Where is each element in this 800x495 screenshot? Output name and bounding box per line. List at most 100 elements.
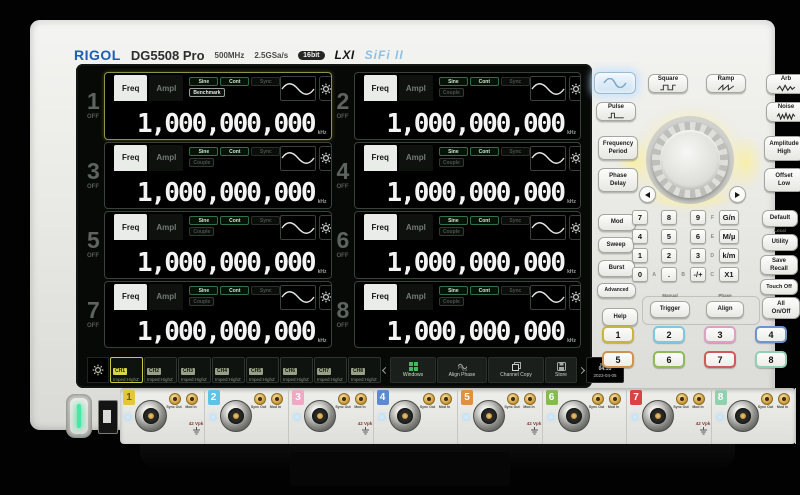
frequency-value[interactable]: 1,000,000,000 [137, 178, 315, 208]
windows-button[interactable]: Windows [390, 357, 436, 383]
waveform-preview[interactable] [280, 76, 316, 101]
waveform-preview[interactable] [530, 146, 566, 171]
mode-badge[interactable]: Cont [220, 216, 249, 225]
channel-panel[interactable]: 6 OFF Freq Ampl Sine Cont Sync Couple [337, 211, 582, 279]
sync-badge[interactable]: Sync [501, 147, 530, 156]
extra-badge[interactable]: Couple [439, 297, 464, 306]
sync-out-connector[interactable] [761, 393, 773, 405]
waveform-badge[interactable]: Sine [439, 77, 468, 86]
freq-tab[interactable]: Freq [364, 145, 397, 171]
waveform-preview[interactable] [280, 146, 316, 171]
mode-badge[interactable]: Cont [220, 77, 249, 86]
ampl-tab[interactable]: Ampl [399, 75, 433, 101]
waveform-preview[interactable] [530, 76, 566, 101]
channel-panel[interactable]: 4 OFF Freq Ampl Sine Cont Sync Couple [337, 142, 582, 210]
advanced-button[interactable]: Advanced [597, 283, 636, 298]
channel-panel[interactable]: 2 OFF Freq Ampl Sine Cont Sync Couple [337, 72, 582, 140]
channel-panel[interactable]: 8 OFF Freq Ampl Sine Cont Sync Couple [337, 281, 582, 349]
waveform-badge[interactable]: Sine [439, 147, 468, 156]
channel-settings-gear-icon[interactable] [569, 146, 581, 171]
bnc-output-connector[interactable] [727, 400, 759, 432]
channel-panel[interactable]: 3 OFF Freq Ampl Sine Cont Sync Couple [87, 142, 332, 210]
channel-settings-gear-icon[interactable] [569, 285, 581, 310]
waveform-preview[interactable] [280, 215, 316, 240]
sync-out-connector[interactable] [676, 393, 688, 405]
freq-tab[interactable]: Freq [114, 214, 147, 240]
mod-in-connector[interactable] [271, 393, 283, 405]
sweep-button[interactable]: Sweep [598, 237, 634, 253]
ampl-tab[interactable]: Ampl [149, 214, 183, 240]
mod-in-connector[interactable] [609, 393, 621, 405]
ampl-tab[interactable]: Ampl [399, 214, 433, 240]
sync-out-connector[interactable] [169, 393, 181, 405]
channel-status-tab[interactable]: CH4 Imped:HighZ Invert:OFF [212, 357, 245, 383]
ampl-tab[interactable]: Ampl [149, 75, 183, 101]
arb-button[interactable]: Arb [766, 74, 800, 94]
mode-badge[interactable]: Cont [220, 147, 249, 156]
freq-tab[interactable]: Freq [364, 214, 397, 240]
keypad-key[interactable]: 9 F [690, 210, 706, 225]
freq-tab[interactable]: Freq [114, 145, 147, 171]
extra-badge[interactable]: Couple [189, 227, 214, 236]
sync-out-connector[interactable] [592, 393, 604, 405]
keypad-key[interactable]: G/n [719, 210, 739, 225]
channel-settings-gear-icon[interactable] [569, 215, 581, 240]
store-button[interactable]: Store [545, 357, 577, 383]
sync-badge[interactable]: Sync [501, 77, 530, 86]
waveform-badge[interactable]: Sine [189, 77, 218, 86]
waveform-preview[interactable] [530, 215, 566, 240]
keypad-key[interactable]: 1 [632, 248, 648, 263]
noise-button[interactable]: Noise [766, 102, 800, 122]
channel-settings-gear-icon[interactable] [319, 285, 331, 310]
mode-badge[interactable]: Cont [470, 216, 499, 225]
sync-out-connector[interactable] [507, 393, 519, 405]
mod-in-connector[interactable] [355, 393, 367, 405]
extra-badge[interactable]: Benchmark [189, 88, 224, 97]
bnc-output-connector[interactable] [558, 400, 590, 432]
channel-panel[interactable]: 7 OFF Freq Ampl Sine Cont Sync Couple [87, 281, 332, 349]
align-phase-button[interactable]: Align Phase [437, 357, 487, 383]
phase-delay-button[interactable]: PhaseDelay [598, 168, 638, 192]
mode-badge[interactable]: Cont [470, 286, 499, 295]
waveform-preview[interactable] [530, 285, 566, 310]
mode-badge[interactable]: Cont [470, 147, 499, 156]
mod-in-connector[interactable] [778, 393, 790, 405]
arrow-left-button[interactable] [639, 186, 656, 203]
mod-button[interactable]: Mod [598, 214, 636, 231]
scroll-right-icon[interactable] [578, 357, 585, 383]
keypad-key[interactable]: -/+ C [690, 267, 706, 282]
keypad-key[interactable]: 4 [632, 229, 648, 244]
keypad-key[interactable]: X1 [719, 267, 739, 282]
sync-badge[interactable]: Sync [251, 77, 280, 86]
channel-status-tab[interactable]: CH8 Imped:HighZ Invert:OFF [348, 357, 381, 383]
save-recall-button[interactable]: SaveRecall [760, 255, 798, 275]
waveform-badge[interactable]: Sine [189, 286, 218, 295]
channel-select-key[interactable]: 8 [755, 351, 787, 368]
mod-in-connector[interactable] [186, 393, 198, 405]
keypad-key[interactable]: k/m [719, 248, 739, 263]
keypad-key[interactable]: 8 [661, 210, 677, 225]
ampl-tab[interactable]: Ampl [149, 284, 183, 310]
extra-badge[interactable]: Couple [189, 297, 214, 306]
keypad-key[interactable]: M/µ [719, 229, 739, 244]
sync-out-connector[interactable] [338, 393, 350, 405]
rotary-knob[interactable] [652, 122, 728, 198]
keypad-key[interactable]: 0 A [632, 267, 648, 282]
sync-badge[interactable]: Sync [251, 147, 280, 156]
channel-panel[interactable]: 5 OFF Freq Ampl Sine Cont Sync Couple [87, 211, 332, 279]
freq-tab[interactable]: Freq [114, 284, 147, 310]
pulse-button[interactable]: Pulse [596, 102, 636, 121]
waveform-badge[interactable]: Sine [439, 216, 468, 225]
align-button[interactable]: Align [706, 301, 744, 318]
arrow-right-button[interactable] [729, 186, 746, 203]
bnc-output-connector[interactable] [642, 400, 674, 432]
settings-gear-icon[interactable] [87, 357, 109, 383]
frequency-value[interactable]: 1,000,000,000 [137, 109, 315, 139]
mod-in-connector[interactable] [524, 393, 536, 405]
waveform-badge[interactable]: Sine [189, 216, 218, 225]
keypad-key[interactable]: . B [661, 267, 677, 282]
burst-button[interactable]: Burst [598, 260, 635, 277]
keypad-key[interactable]: 6 E [690, 229, 706, 244]
channel-settings-gear-icon[interactable] [319, 215, 331, 240]
channel-status-tab[interactable]: CH6 Imped:HighZ Invert:OFF [280, 357, 313, 383]
